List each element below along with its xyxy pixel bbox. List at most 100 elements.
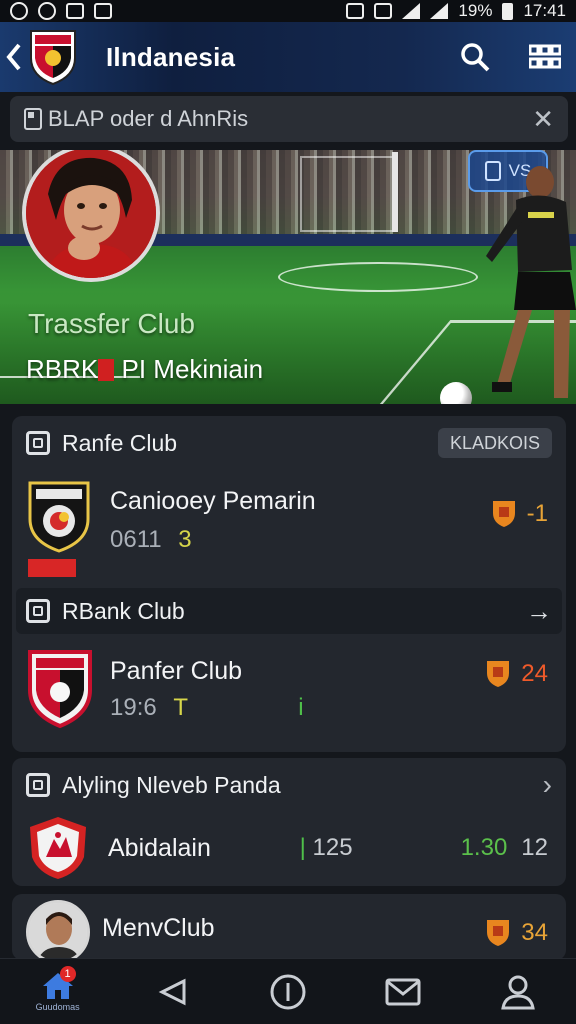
card-header: Ranfe Club KLADKOIS <box>12 416 566 470</box>
hero-banner[interactable]: VS Trassfer Club RBRK PI Mekiniain <box>0 150 576 404</box>
kladkois-button[interactable]: KLADKOIS <box>437 428 552 458</box>
item-stats: | 125 1.30 12 <box>300 834 548 862</box>
item-name: MenvClub <box>102 914 215 942</box>
item-meta-value: 0611 <box>110 525 162 553</box>
ranfe-club-card: Ranfe Club KLADKOIS Caniooey Pemarin 061… <box>12 416 566 752</box>
club-square-icon <box>26 599 50 623</box>
hero-title: Trassfer Club <box>28 308 196 339</box>
bottom-navigation: 1 Guudomas <box>0 958 576 1024</box>
shield-crest-icon <box>28 481 90 553</box>
app-bar-actions <box>458 40 562 74</box>
status-right-icons: 19% 17:41 <box>346 1 566 21</box>
shield-crest-icon <box>28 650 92 729</box>
item-stat-b: 1.30 <box>460 834 508 861</box>
club-crest-logo <box>30 30 76 86</box>
person-icon <box>29 903 87 960</box>
app-bar: Ilndanesia <box>0 22 576 92</box>
manager-avatar[interactable] <box>22 150 160 282</box>
nav-home[interactable]: 1 Guudomas <box>28 962 88 1022</box>
document-icon <box>24 108 42 130</box>
mail-icon <box>385 978 421 1005</box>
club-crest <box>26 479 92 579</box>
notice-bar[interactable]: BLAP oder d AhnRis ✕ <box>10 96 568 142</box>
record-icon <box>38 2 56 20</box>
battery-percent: 19% <box>458 1 493 20</box>
no-sim-icon <box>66 3 84 19</box>
wifi-icon <box>402 3 421 19</box>
item-meta-accent: 3 <box>178 525 192 553</box>
goal-net <box>300 156 392 232</box>
item-meta: 19:6 T i <box>110 694 304 722</box>
search-icon <box>461 43 490 72</box>
list-item[interactable]: MenvClub 34 <box>12 894 566 960</box>
notification-badge: 1 <box>59 965 76 982</box>
player-avatar <box>26 900 90 960</box>
battery-icon <box>502 2 514 20</box>
rbank-club-header[interactable]: RBank Club → <box>16 588 562 634</box>
flag-icon <box>98 359 115 381</box>
search-button[interactable] <box>458 40 492 74</box>
player-figure <box>486 166 576 398</box>
sync-icon <box>10 2 28 20</box>
stat-a-value: 125 <box>312 834 353 861</box>
back-button[interactable] <box>2 37 26 77</box>
info-icon <box>270 974 306 1009</box>
chevron-right-icon[interactable]: › <box>543 769 552 801</box>
pitch-line <box>278 262 478 292</box>
item-meta: 0611 3 <box>110 526 316 554</box>
goal-post <box>392 152 398 232</box>
list-item[interactable]: Caniooey Pemarin 0611 3 -1 <box>12 470 566 588</box>
status-bar: 19% 17:41 <box>0 0 576 22</box>
nav-back[interactable] <box>143 962 203 1022</box>
hero-subtitle-prefix: RBRK <box>26 354 99 384</box>
item-score: 24 <box>521 660 548 687</box>
nav-messages[interactable] <box>373 962 433 1022</box>
arrow-right-icon[interactable]: → <box>526 596 552 627</box>
chevron-left-icon <box>6 43 21 71</box>
person-photo-icon <box>26 150 156 278</box>
item-meta-accent: T <box>173 693 188 721</box>
menv-club-card[interactable]: MenvClub 34 <box>12 894 566 960</box>
item-name: Caniooey Pemarin <box>110 486 316 515</box>
triangle-back-icon <box>158 978 186 1005</box>
mute-icon <box>374 3 393 19</box>
item-name: Abidalain <box>108 833 211 862</box>
club-square-icon <box>26 773 50 797</box>
flag-icon <box>28 559 76 577</box>
item-score: 34 <box>521 919 548 946</box>
card-title: RBank Club <box>62 597 185 624</box>
item-stats: 24 <box>485 659 548 689</box>
vibrate-icon <box>346 3 365 19</box>
item-stats: 34 <box>485 918 548 948</box>
user-icon <box>501 975 536 1009</box>
clock: 17:41 <box>523 1 566 20</box>
nav-profile[interactable] <box>488 962 548 1022</box>
hero-subtitle: RBRK PI Mekiniain <box>26 354 263 385</box>
item-text: Caniooey Pemarin 0611 3 <box>110 487 316 554</box>
hero-subtitle-mid: PI <box>121 354 147 384</box>
grid-menu-button[interactable] <box>528 40 562 74</box>
alyling-card: Alyling Nleveb Panda › Abidalain | 125 1… <box>12 758 566 886</box>
card-header[interactable]: Alyling Nleveb Panda › <box>12 758 566 812</box>
item-stat-a: | 125 <box>300 834 353 862</box>
shield-icon <box>492 501 515 527</box>
close-icon[interactable]: ✕ <box>532 104 554 135</box>
card-title: Alyling Nleveb Panda <box>62 771 281 798</box>
image-icon <box>94 3 112 19</box>
list-item[interactable]: Abidalain | 125 1.30 12 <box>12 812 566 884</box>
nav-info[interactable] <box>258 962 318 1022</box>
nav-home-label: Guudomas <box>35 1002 80 1012</box>
card-title: Ranfe Club <box>62 429 178 456</box>
item-meta-value: 19:6 <box>110 693 157 721</box>
list-item[interactable]: Panfer Club 19:6 T i 24 <box>12 634 566 744</box>
status-left-icons <box>10 2 112 20</box>
item-score: -1 <box>526 500 548 527</box>
item-stats: -1 <box>491 499 548 529</box>
round-crest-icon <box>30 817 86 879</box>
club-square-icon <box>26 431 50 455</box>
stat-divider: | <box>299 834 313 861</box>
signal-icon <box>430 3 449 19</box>
item-name: Panfer Club <box>110 656 243 685</box>
page-title: Ilndanesia <box>106 41 236 72</box>
hero-subtitle-name: Mekiniain <box>153 354 264 384</box>
